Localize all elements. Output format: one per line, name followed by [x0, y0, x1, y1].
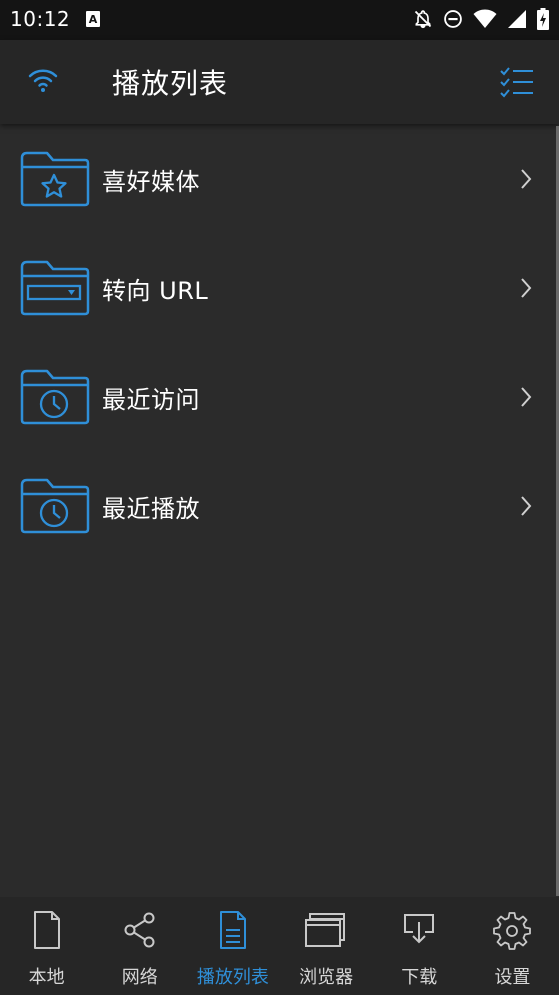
list-item-label: 转向 URL: [102, 277, 209, 305]
nav-settings[interactable]: 设置: [466, 897, 559, 995]
browser-window-icon: [304, 910, 348, 950]
list-item-label: 喜好媒体: [102, 168, 200, 196]
share-icon: [118, 910, 162, 950]
nav-label: 设置: [494, 967, 531, 988]
do-not-disturb-icon: [443, 9, 463, 29]
list-item-label: 最近播放: [102, 495, 200, 523]
bottom-nav: 本地 网络 播放列表 浏览器 下载 设置: [0, 897, 559, 995]
nav-label: 本地: [28, 967, 65, 988]
chevron-right-icon: [519, 386, 533, 408]
nav-download[interactable]: 下载: [373, 897, 466, 995]
url-folder-icon: [19, 259, 91, 317]
app-notification-icon: A: [86, 11, 100, 31]
star-folder-icon: [19, 150, 91, 208]
nav-label: 网络: [121, 967, 158, 988]
wifi-icon[interactable]: [27, 66, 59, 96]
notifications-off-icon: [413, 9, 433, 29]
checklist-icon[interactable]: [500, 66, 534, 98]
nav-playlist[interactable]: 播放列表: [186, 897, 279, 995]
cell-signal-icon: [507, 9, 527, 29]
status-icons: [413, 8, 549, 30]
file-icon: [25, 910, 69, 950]
chevron-right-icon: [519, 168, 533, 190]
playlist-document-icon: [211, 910, 255, 950]
status-bar: 10:12 A: [0, 0, 559, 40]
clock-folder-icon: [19, 477, 91, 535]
wifi-signal-icon: [473, 9, 497, 29]
gear-icon: [490, 910, 534, 950]
status-time: 10:12: [10, 7, 71, 31]
nav-label: 播放列表: [196, 967, 269, 988]
nav-label: 下载: [401, 967, 438, 988]
list-item-recently-played[interactable]: 最近播放: [0, 451, 559, 560]
chevron-right-icon: [519, 277, 533, 299]
list-item-recently-visited[interactable]: 最近访问: [0, 342, 559, 451]
clock-folder-icon: [19, 368, 91, 426]
battery-charging-icon: [537, 8, 549, 30]
nav-label: 浏览器: [299, 967, 354, 988]
list-item-favorites[interactable]: 喜好媒体: [0, 124, 559, 233]
playlist-list: 喜好媒体 转向 URL 最近访问 最近播放: [0, 124, 559, 560]
nav-local[interactable]: 本地: [0, 897, 93, 995]
nav-network[interactable]: 网络: [93, 897, 186, 995]
chevron-right-icon: [519, 495, 533, 517]
app-bar: 播放列表: [0, 40, 559, 124]
svg-text:A: A: [89, 13, 98, 26]
page-title: 播放列表: [112, 67, 229, 100]
list-item-label: 最近访问: [102, 386, 200, 414]
list-item-url[interactable]: 转向 URL: [0, 233, 559, 342]
download-icon: [397, 910, 441, 950]
nav-browser[interactable]: 浏览器: [280, 897, 373, 995]
